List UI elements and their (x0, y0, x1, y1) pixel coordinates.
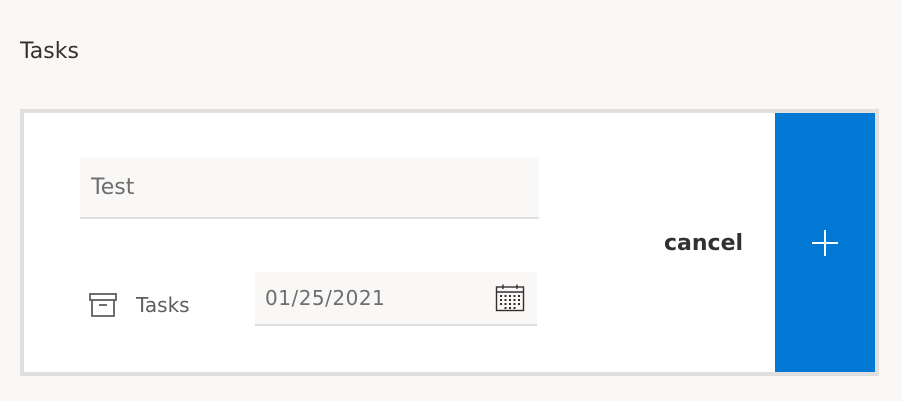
plus-icon (812, 229, 838, 256)
list-name-label: Tasks (136, 293, 190, 317)
archive-icon (89, 293, 117, 317)
new-task-card: Tasks 01/25/2021 cancel (20, 109, 879, 376)
due-date-field[interactable]: 01/25/2021 (255, 272, 537, 326)
add-task-button[interactable] (775, 113, 875, 372)
due-date-value: 01/25/2021 (265, 286, 386, 310)
calendar-icon[interactable] (495, 284, 525, 312)
cancel-button[interactable]: cancel (644, 223, 763, 263)
task-title-input[interactable] (80, 157, 539, 219)
page-title: Tasks (20, 39, 79, 64)
list-picker[interactable]: Tasks (88, 285, 190, 325)
